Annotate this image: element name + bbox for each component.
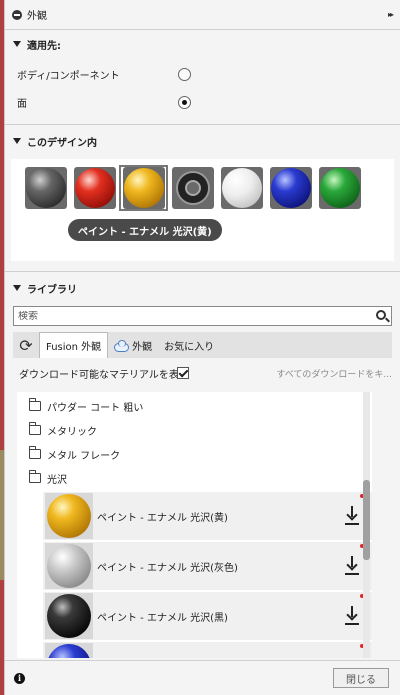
refresh-icon[interactable]: ⟳ <box>13 336 39 355</box>
panel-title: 外観 <box>27 11 47 22</box>
divider <box>5 124 400 125</box>
library-tree: パウダー コート 粗い メタリック メタル フレーク 光沢 ペイント - エナメ… <box>17 392 372 658</box>
library-scrollbar[interactable] <box>363 392 370 658</box>
folder-label: メタリック <box>47 426 97 438</box>
appearance-panel: 外観 ▸▸ 適用先: ボディ/コンポーネント 面 このデザイン内 ペイント - … <box>4 0 400 695</box>
folder-icon <box>29 422 41 435</box>
material-thumbnail <box>45 643 93 658</box>
material-name: ペイント - エナメル 光沢(黒) <box>97 612 228 624</box>
folder-icon <box>29 446 41 459</box>
material-item-black[interactable]: ペイント - エナメル 光沢(黒) <box>43 592 372 640</box>
apply-to-title: 適用先: <box>27 40 61 52</box>
swatch-green[interactable] <box>315 165 364 211</box>
collapse-triangle-icon[interactable] <box>13 41 21 47</box>
apply-face-radio[interactable] <box>178 95 191 109</box>
folder-icon <box>29 398 41 411</box>
design-materials-box: ペイント - エナメル 光沢(黄) <box>11 159 394 261</box>
tab-favorites[interactable]: お気に入り <box>158 332 220 358</box>
material-item-blue[interactable] <box>43 642 372 658</box>
folder-label: メタル フレーク <box>47 450 121 462</box>
material-thumbnail <box>45 543 93 589</box>
in-design-title: このデザイン内 <box>27 137 97 149</box>
search-icon[interactable] <box>376 310 386 320</box>
collapse-circle-icon[interactable] <box>12 9 22 20</box>
apply-body-component-label: ボディ/コンポーネント <box>17 70 120 82</box>
info-icon[interactable]: i <box>14 673 25 684</box>
library-header[interactable]: ライブラリ <box>5 276 400 300</box>
swatch-dark-grey[interactable] <box>21 165 70 211</box>
divider <box>5 271 400 272</box>
folder-label: パウダー コート 粗い <box>47 402 144 414</box>
swatch-red[interactable] <box>70 165 119 211</box>
panel-footer: i 閉じる <box>5 660 400 695</box>
library-search-box[interactable] <box>13 306 392 326</box>
tab-my-appearance-label: 外観 <box>132 341 153 353</box>
download-icon[interactable] <box>346 556 358 572</box>
swatch-ring[interactable] <box>168 165 217 211</box>
folder-icon <box>29 470 41 483</box>
download-icon[interactable] <box>346 506 358 522</box>
tab-my-appearance[interactable]: 外観 <box>108 332 158 358</box>
close-button[interactable]: 閉じる <box>333 668 389 688</box>
expand-panel-icon[interactable]: ▸▸ <box>388 10 394 19</box>
folder-gloss[interactable]: 光沢 <box>17 466 372 490</box>
material-name: ペイント - エナメル 光沢(灰色) <box>97 562 238 574</box>
apply-to-header[interactable]: 適用先: <box>5 32 400 56</box>
download-icon[interactable] <box>346 606 358 622</box>
downloadable-row: ダウンロード可能なマテリアルを表示 すべてのダウンロードをキ... <box>5 358 400 388</box>
folder-powder-coat[interactable]: パウダー コート 粗い <box>17 394 372 418</box>
download-all-link[interactable]: すべてのダウンロードをキ... <box>276 367 392 380</box>
cloud-icon <box>114 339 130 352</box>
folder-metal-flake[interactable]: メタル フレーク <box>17 442 372 466</box>
apply-body-component-radio[interactable] <box>178 67 191 81</box>
swatch-blue[interactable] <box>266 165 315 211</box>
swatch-tooltip: ペイント - エナメル 光沢(黄) <box>68 219 222 241</box>
swatch-white[interactable] <box>217 165 266 211</box>
folder-label: 光沢 <box>47 474 67 486</box>
swatch-row <box>21 165 364 211</box>
material-thumbnail <box>45 593 93 639</box>
downloadable-label: ダウンロード可能なマテリアルを表示 <box>19 369 189 381</box>
in-design-header[interactable]: このデザイン内 <box>5 129 400 153</box>
swatch-yellow[interactable] <box>119 165 168 211</box>
library-search-input[interactable] <box>18 310 338 322</box>
material-name: ペイント - エナメル 光沢(黄) <box>97 512 228 524</box>
library-tabbar: ⟳ Fusion 外観 外観 お気に入り <box>13 332 392 358</box>
apply-body-component-row[interactable]: ボディ/コンポーネント <box>5 60 400 88</box>
collapse-triangle-icon[interactable] <box>13 285 21 291</box>
folder-metallic[interactable]: メタリック <box>17 418 372 442</box>
material-thumbnail <box>45 493 93 539</box>
collapse-triangle-icon[interactable] <box>13 138 21 144</box>
material-item-grey[interactable]: ペイント - エナメル 光沢(灰色) <box>43 542 372 590</box>
library-scroll-thumb[interactable] <box>363 480 370 560</box>
panel-titlebar: 外観 ▸▸ <box>5 0 400 30</box>
downloadable-checkbox[interactable] <box>177 367 189 379</box>
library-title: ライブラリ <box>27 284 77 296</box>
apply-face-row[interactable]: 面 <box>5 88 400 116</box>
tab-fusion-appearance[interactable]: Fusion 外観 <box>39 332 109 358</box>
apply-face-label: 面 <box>17 98 27 110</box>
material-item-yellow[interactable]: ペイント - エナメル 光沢(黄) <box>43 492 372 540</box>
